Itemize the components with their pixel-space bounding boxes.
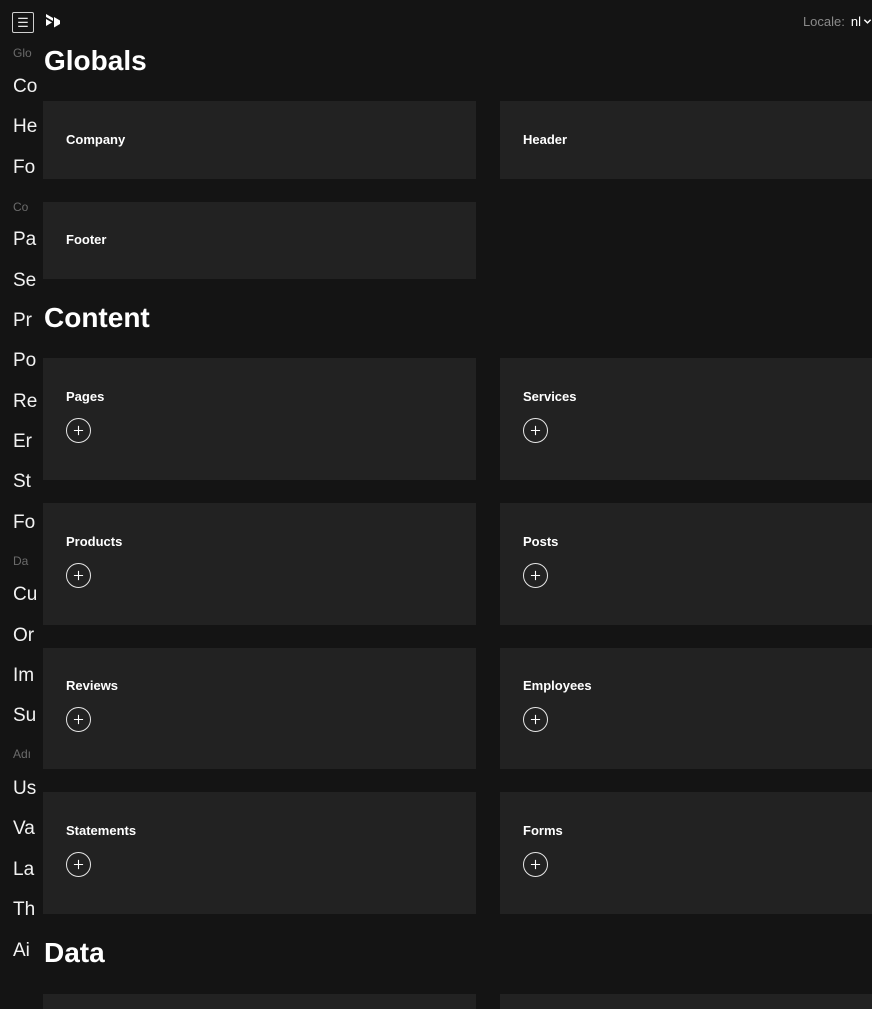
sidebar-group-globals: Glo xyxy=(13,46,32,60)
collection-card-products[interactable]: Products xyxy=(43,503,476,625)
sidebar-item-posts[interactable]: Po xyxy=(13,350,36,372)
card-label: Reviews xyxy=(66,678,119,693)
locale-switcher: Locale: nl xyxy=(803,14,872,29)
collection-card-pages[interactable]: Pages xyxy=(43,358,476,480)
sidebar-item-forms[interactable]: Fo xyxy=(13,512,35,534)
locale-select[interactable]: nl xyxy=(851,14,872,29)
sidebar-item-imports[interactable]: Im xyxy=(13,665,34,687)
add-reviews-button[interactable] xyxy=(66,707,91,732)
sidebar-item-statements[interactable]: St xyxy=(13,471,31,493)
add-services-button[interactable] xyxy=(523,418,548,443)
sidebar-item-employees[interactable]: Er xyxy=(13,431,32,453)
card-label: Posts xyxy=(523,534,559,549)
plus-icon xyxy=(73,425,84,436)
sidebar-group-data: Da xyxy=(13,554,29,568)
sidebar-group-content: Co xyxy=(13,200,29,214)
add-pages-button[interactable] xyxy=(66,418,91,443)
plus-icon xyxy=(530,570,541,581)
card-label: Statements xyxy=(66,823,137,838)
add-posts-button[interactable] xyxy=(523,563,548,588)
collection-card-employees[interactable]: Employees xyxy=(500,648,872,769)
locale-value: nl xyxy=(850,14,861,29)
card-label: Forms xyxy=(523,823,563,838)
card-label: Employees xyxy=(523,678,592,693)
global-card-company[interactable]: Company xyxy=(43,101,476,179)
sidebar-item-footer[interactable]: Fo xyxy=(13,157,35,179)
dashboard-main: Globals Company Header Footer Content Pa… xyxy=(43,44,872,1009)
plus-icon xyxy=(73,714,84,725)
section-title-content: Content xyxy=(44,302,150,333)
sidebar-item-languages[interactable]: La xyxy=(13,859,34,881)
card-label: Pages xyxy=(66,389,105,404)
sidebar-item-products[interactable]: Pr xyxy=(13,310,32,332)
sidebar-group-admin: Adı xyxy=(13,747,32,761)
sidebar-item-ai[interactable]: Ai xyxy=(13,940,30,962)
sidebar-nav: Glo Co He Fo Co Pa Se Pr Po Re Er St Fo … xyxy=(0,44,43,1009)
card-label: Header xyxy=(523,132,568,147)
plus-icon xyxy=(73,859,84,870)
payload-logo-icon[interactable] xyxy=(45,13,61,31)
section-title-data: Data xyxy=(44,937,105,968)
chevron-down-icon xyxy=(863,19,872,24)
plus-icon xyxy=(530,425,541,436)
locale-label: Locale: xyxy=(802,14,845,29)
data-card-second[interactable] xyxy=(500,994,872,1009)
collection-card-posts[interactable]: Posts xyxy=(500,503,872,625)
plus-icon xyxy=(73,570,84,581)
plus-icon xyxy=(530,859,541,870)
sidebar-item-header[interactable]: He xyxy=(13,116,37,138)
global-card-header[interactable]: Header xyxy=(500,101,872,179)
sidebar-item-orders[interactable]: Or xyxy=(13,625,34,647)
top-bar: ☰ Locale: nl xyxy=(0,0,872,44)
add-forms-button[interactable] xyxy=(523,852,548,877)
data-card-first[interactable] xyxy=(43,994,476,1009)
collection-card-reviews[interactable]: Reviews xyxy=(43,648,476,769)
card-label: Footer xyxy=(66,232,107,247)
collection-card-statements[interactable]: Statements xyxy=(43,792,476,914)
hamburger-icon: ☰ xyxy=(17,15,29,30)
collection-card-forms[interactable]: Forms xyxy=(500,792,872,914)
global-card-footer[interactable]: Footer xyxy=(43,202,476,279)
section-title-globals: Globals xyxy=(44,45,147,76)
sidebar-item-users[interactable]: Us xyxy=(13,778,36,800)
sidebar-item-reviews[interactable]: Re xyxy=(13,391,37,413)
menu-toggle-button[interactable]: ☰ xyxy=(12,12,34,33)
sidebar-item-subscribers[interactable]: Su xyxy=(13,705,36,727)
sidebar-item-pages[interactable]: Pa xyxy=(13,229,36,251)
sidebar-item-services[interactable]: Se xyxy=(13,270,36,292)
add-employees-button[interactable] xyxy=(523,707,548,732)
sidebar-item-company[interactable]: Co xyxy=(13,76,37,98)
card-label: Products xyxy=(66,534,123,549)
sidebar-item-customers[interactable]: Cu xyxy=(13,584,37,606)
add-statements-button[interactable] xyxy=(66,852,91,877)
card-label: Company xyxy=(66,132,126,147)
plus-icon xyxy=(530,714,541,725)
add-products-button[interactable] xyxy=(66,563,91,588)
card-label: Services xyxy=(523,389,577,404)
sidebar-item-themes[interactable]: Th xyxy=(13,899,35,921)
collection-card-services[interactable]: Services xyxy=(500,358,872,480)
sidebar-item-variables[interactable]: Va xyxy=(13,818,35,840)
